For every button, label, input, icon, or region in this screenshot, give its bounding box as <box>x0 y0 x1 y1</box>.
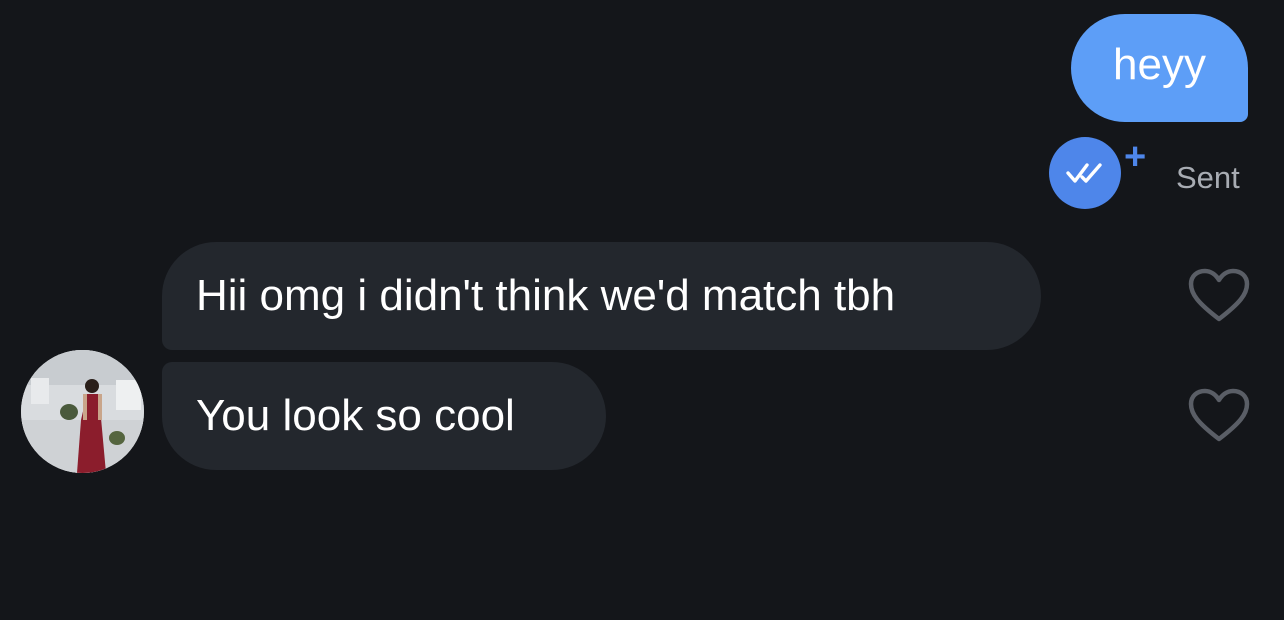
read-receipt-button[interactable] <box>1049 137 1121 209</box>
avatar-photo <box>21 350 144 473</box>
outgoing-message-text: heyy <box>1113 40 1206 89</box>
heart-icon[interactable] <box>1188 268 1250 324</box>
plus-icon[interactable]: + <box>1124 138 1146 176</box>
double-check-icon <box>1066 163 1102 183</box>
incoming-message-text: Hii omg i didn't think we'd match tbh <box>196 271 896 320</box>
incoming-message-bubble[interactable]: You look so cool <box>162 362 606 470</box>
outgoing-message-bubble[interactable]: heyy <box>1071 14 1248 122</box>
incoming-message-bubble[interactable]: Hii omg i didn't think we'd match tbh <box>162 242 1041 350</box>
sent-status-label: Sent <box>1176 160 1240 195</box>
avatar[interactable] <box>21 350 144 473</box>
incoming-message-text: You look so cool <box>196 391 515 440</box>
heart-icon[interactable] <box>1188 388 1250 444</box>
